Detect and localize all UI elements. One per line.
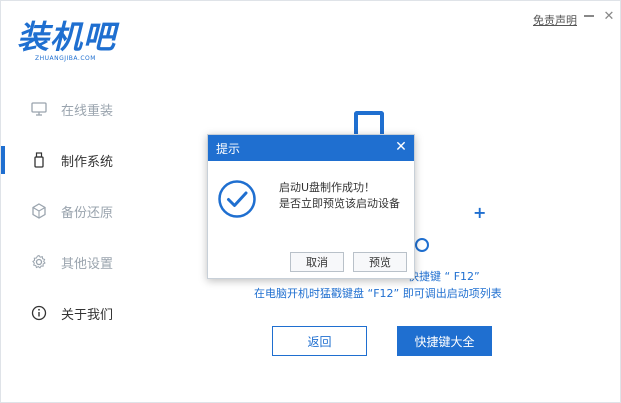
dialog-close-icon[interactable]: ✕ — [394, 140, 408, 154]
sidebar-item-backup-restore[interactable]: 备份还原 — [1, 193, 206, 229]
preview-button[interactable]: 预览 — [353, 252, 407, 272]
boot-hint: 在电脑开机时猛戳键盘 “F12” 即可调出启动项列表 — [254, 287, 502, 300]
cube-icon — [31, 203, 47, 219]
sidebar-item-label: 制作系统 — [61, 154, 114, 170]
logo: 装机吧 ZHUANGJIBA.COM — [17, 19, 133, 69]
sidebar-item-label: 备份还原 — [61, 205, 114, 221]
sidebar-item-label: 在线重装 — [61, 103, 114, 119]
prompt-dialog: 提示 ✕ 启动U盘制作成功！ 是否立即预览该启动设备 取消 预览 — [207, 134, 415, 279]
monitor-icon — [31, 101, 47, 117]
sidebar-item-label: 其他设置 — [61, 256, 114, 272]
logo-text: 装机吧 — [17, 18, 117, 56]
back-button[interactable]: 返回 — [272, 326, 367, 356]
check-circle-icon — [217, 179, 257, 219]
disclaimer-link[interactable]: 免责声明 — [533, 12, 577, 28]
sidebar: 装机吧 ZHUANGJIBA.COM 在线重装 制作系统 备份还原 其他设置 关… — [1, 1, 206, 403]
dialog-message: 启动U盘制作成功！ 是否立即预览该启动设备 — [279, 180, 400, 212]
sidebar-item-about-us[interactable]: 关于我们 — [1, 295, 206, 331]
sidebar-item-label: 关于我们 — [61, 307, 114, 323]
sidebar-item-other-settings[interactable]: 其他设置 — [1, 244, 206, 280]
ring-illustration — [415, 238, 429, 252]
dialog-header: 提示 ✕ — [208, 135, 414, 161]
dialog-title: 提示 — [216, 141, 241, 156]
cancel-button[interactable]: 取消 — [290, 252, 344, 272]
usb-drive-icon — [31, 152, 47, 168]
app-window: 免责声明 ✕ 装机吧 ZHUANGJIBA.COM 在线重装 制作系统 备份还原 — [0, 0, 621, 403]
hotkey-hint: 快捷键 “ F12” — [408, 270, 480, 283]
minimize-icon[interactable] — [581, 8, 597, 24]
usb-illustration — [354, 111, 384, 135]
info-icon — [31, 305, 47, 321]
close-icon[interactable]: ✕ — [601, 8, 617, 24]
hotkeys-button[interactable]: 快捷键大全 — [397, 326, 492, 356]
dialog-message-line2: 是否立即预览该启动设备 — [279, 197, 400, 210]
sidebar-item-online-reinstall[interactable]: 在线重装 — [1, 91, 206, 127]
logo-subtitle: ZHUANGJIBA.COM — [35, 55, 96, 62]
sidebar-item-make-system[interactable]: 制作系统 — [1, 142, 206, 178]
plus-icon: + — [473, 203, 487, 222]
dialog-message-line1: 启动U盘制作成功！ — [279, 181, 376, 194]
gear-icon — [31, 254, 47, 270]
